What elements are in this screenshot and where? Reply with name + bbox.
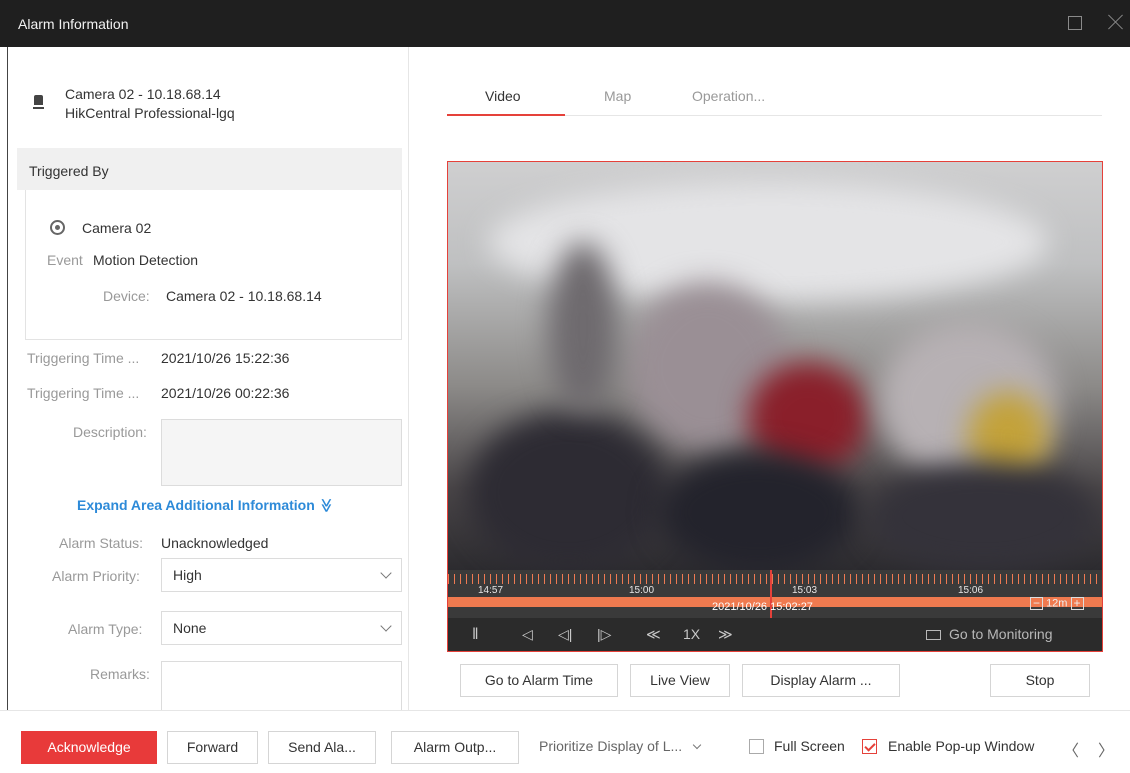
timeline-ticks bbox=[448, 574, 1102, 584]
full-screen-checkbox[interactable] bbox=[749, 739, 764, 754]
stop-button[interactable]: Stop bbox=[990, 664, 1090, 697]
timeline-label: 15:03 bbox=[792, 585, 818, 596]
chevron-left-icon[interactable]: 〈 bbox=[1063, 737, 1079, 761]
full-screen-label: Full Screen bbox=[774, 738, 845, 754]
triggered-camera: Camera 02 bbox=[82, 220, 152, 236]
monitor-icon bbox=[926, 630, 941, 640]
faster-icon[interactable]: ≫ bbox=[718, 626, 733, 643]
playback-timeline[interactable]: 14:57 15:00 15:03 15:06 2021/10/26 15:02… bbox=[448, 570, 1102, 618]
alarm-details-panel: Camera 02 - 10.18.68.14 HikCentral Profe… bbox=[9, 47, 408, 710]
zoom-in-icon[interactable]: + bbox=[1070, 597, 1084, 610]
send-alarm-button[interactable]: Send Ala... bbox=[268, 731, 376, 764]
triggered-by-box: Camera 02 Event Motion Detection Device:… bbox=[25, 190, 402, 340]
alarm-type-select[interactable]: None bbox=[161, 611, 402, 645]
alarm-status-label: Alarm Status: bbox=[59, 535, 144, 551]
zoom-out-icon[interactable]: − bbox=[1030, 597, 1043, 610]
event-value: Motion Detection bbox=[93, 252, 199, 268]
camera-icon bbox=[50, 220, 65, 235]
timeline-label: 15:06 bbox=[958, 585, 984, 596]
previous-icon[interactable]: ◁ bbox=[522, 626, 533, 643]
video-frame[interactable] bbox=[448, 162, 1102, 570]
device-value: Camera 02 - 10.18.68.14 bbox=[166, 288, 322, 304]
maximize-icon[interactable] bbox=[1068, 16, 1082, 30]
triggering-time-value-2: 2021/10/26 00:22:36 bbox=[161, 385, 290, 401]
alarm-output-button[interactable]: Alarm Outp... bbox=[391, 731, 519, 764]
description-label: Description: bbox=[73, 424, 147, 440]
bottom-action-bar: Acknowledge Forward Send Ala... Alarm Ou… bbox=[0, 710, 1130, 773]
triggering-time-label-1: Triggering Time ... bbox=[27, 350, 140, 366]
expand-area-label: Expand Area Additional Information bbox=[77, 497, 315, 513]
timeline-label: 14:57 bbox=[478, 585, 504, 596]
remarks-label: Remarks: bbox=[90, 666, 150, 682]
triggering-time-value-1: 2021/10/26 15:22:36 bbox=[161, 350, 290, 366]
video-player: 14:57 15:00 15:03 15:06 2021/10/26 15:02… bbox=[447, 161, 1103, 652]
chevron-down-icon bbox=[380, 620, 392, 632]
prioritize-display-value: Prioritize Display of L... bbox=[539, 738, 683, 754]
playback-speed: 1X bbox=[683, 626, 701, 642]
live-view-button[interactable]: Live View bbox=[630, 664, 730, 697]
forward-button[interactable]: Forward bbox=[167, 731, 258, 764]
go-to-monitoring-button[interactable]: Go to Monitoring bbox=[926, 626, 1053, 642]
alarm-priority-select[interactable]: High bbox=[161, 558, 402, 592]
tab-operation[interactable]: Operation... bbox=[692, 88, 765, 104]
tab-map[interactable]: Map bbox=[604, 88, 631, 104]
playback-controls: ‖ ◁ ◁| |▷ ≪ 1X ≫ Go to Monitoring bbox=[448, 618, 1102, 651]
alarm-type-value: None bbox=[173, 620, 207, 636]
title-bar: Alarm Information bbox=[0, 0, 1130, 47]
go-to-alarm-time-button[interactable]: Go to Alarm Time bbox=[460, 664, 618, 697]
chevron-down-icon: ≫ bbox=[318, 498, 335, 513]
triggered-by-header: Triggered By bbox=[17, 148, 402, 190]
description-field[interactable] bbox=[161, 419, 402, 486]
chevron-down-icon bbox=[692, 740, 702, 750]
triggering-time-label-2: Triggering Time ... bbox=[27, 385, 140, 401]
chevron-right-icon[interactable]: 〉 bbox=[1098, 737, 1114, 761]
window-left-edge bbox=[0, 47, 8, 710]
go-to-monitoring-label: Go to Monitoring bbox=[949, 626, 1053, 642]
active-tab-indicator bbox=[447, 114, 565, 116]
tab-video[interactable]: Video bbox=[485, 88, 521, 104]
chevron-down-icon bbox=[380, 567, 392, 579]
enable-popup-checkbox[interactable] bbox=[862, 739, 877, 754]
pause-icon[interactable]: ‖ bbox=[472, 626, 479, 644]
step-back-icon[interactable]: ◁| bbox=[558, 626, 572, 643]
server-name: HikCentral Professional-lgq bbox=[65, 105, 235, 121]
camera-name-ip: Camera 02 - 10.18.68.14 bbox=[65, 86, 221, 102]
panel-divider bbox=[408, 47, 409, 710]
timeline-zoom: − 12m + bbox=[1030, 597, 1084, 610]
device-icon bbox=[33, 95, 44, 109]
acknowledge-button[interactable]: Acknowledge bbox=[21, 731, 157, 764]
event-label: Event bbox=[47, 252, 83, 268]
slower-icon[interactable]: ≪ bbox=[646, 626, 661, 643]
device-label: Device: bbox=[103, 288, 150, 304]
alarm-priority-label: Alarm Priority: bbox=[52, 568, 140, 584]
zoom-level: 12m bbox=[1046, 597, 1068, 610]
remarks-field[interactable] bbox=[161, 661, 402, 710]
display-alarm-button[interactable]: Display Alarm ... bbox=[742, 664, 900, 697]
prioritize-display-select[interactable]: Prioritize Display of L... bbox=[539, 738, 702, 754]
step-forward-icon[interactable]: |▷ bbox=[597, 626, 611, 643]
timeline-label: 15:00 bbox=[629, 585, 655, 596]
close-icon[interactable] bbox=[1106, 12, 1126, 32]
current-time: 2021/10/26 15:02:27 bbox=[712, 601, 813, 613]
alarm-priority-value: High bbox=[173, 567, 202, 583]
alarm-type-label: Alarm Type: bbox=[68, 621, 143, 637]
tab-bar: Video Map Operation... bbox=[447, 47, 1102, 116]
enable-popup-label: Enable Pop-up Window bbox=[888, 738, 1035, 754]
expand-area-link[interactable]: Expand Area Additional Information ≫ bbox=[77, 497, 335, 514]
alarm-status-value: Unacknowledged bbox=[161, 535, 269, 551]
window-title: Alarm Information bbox=[18, 16, 129, 32]
